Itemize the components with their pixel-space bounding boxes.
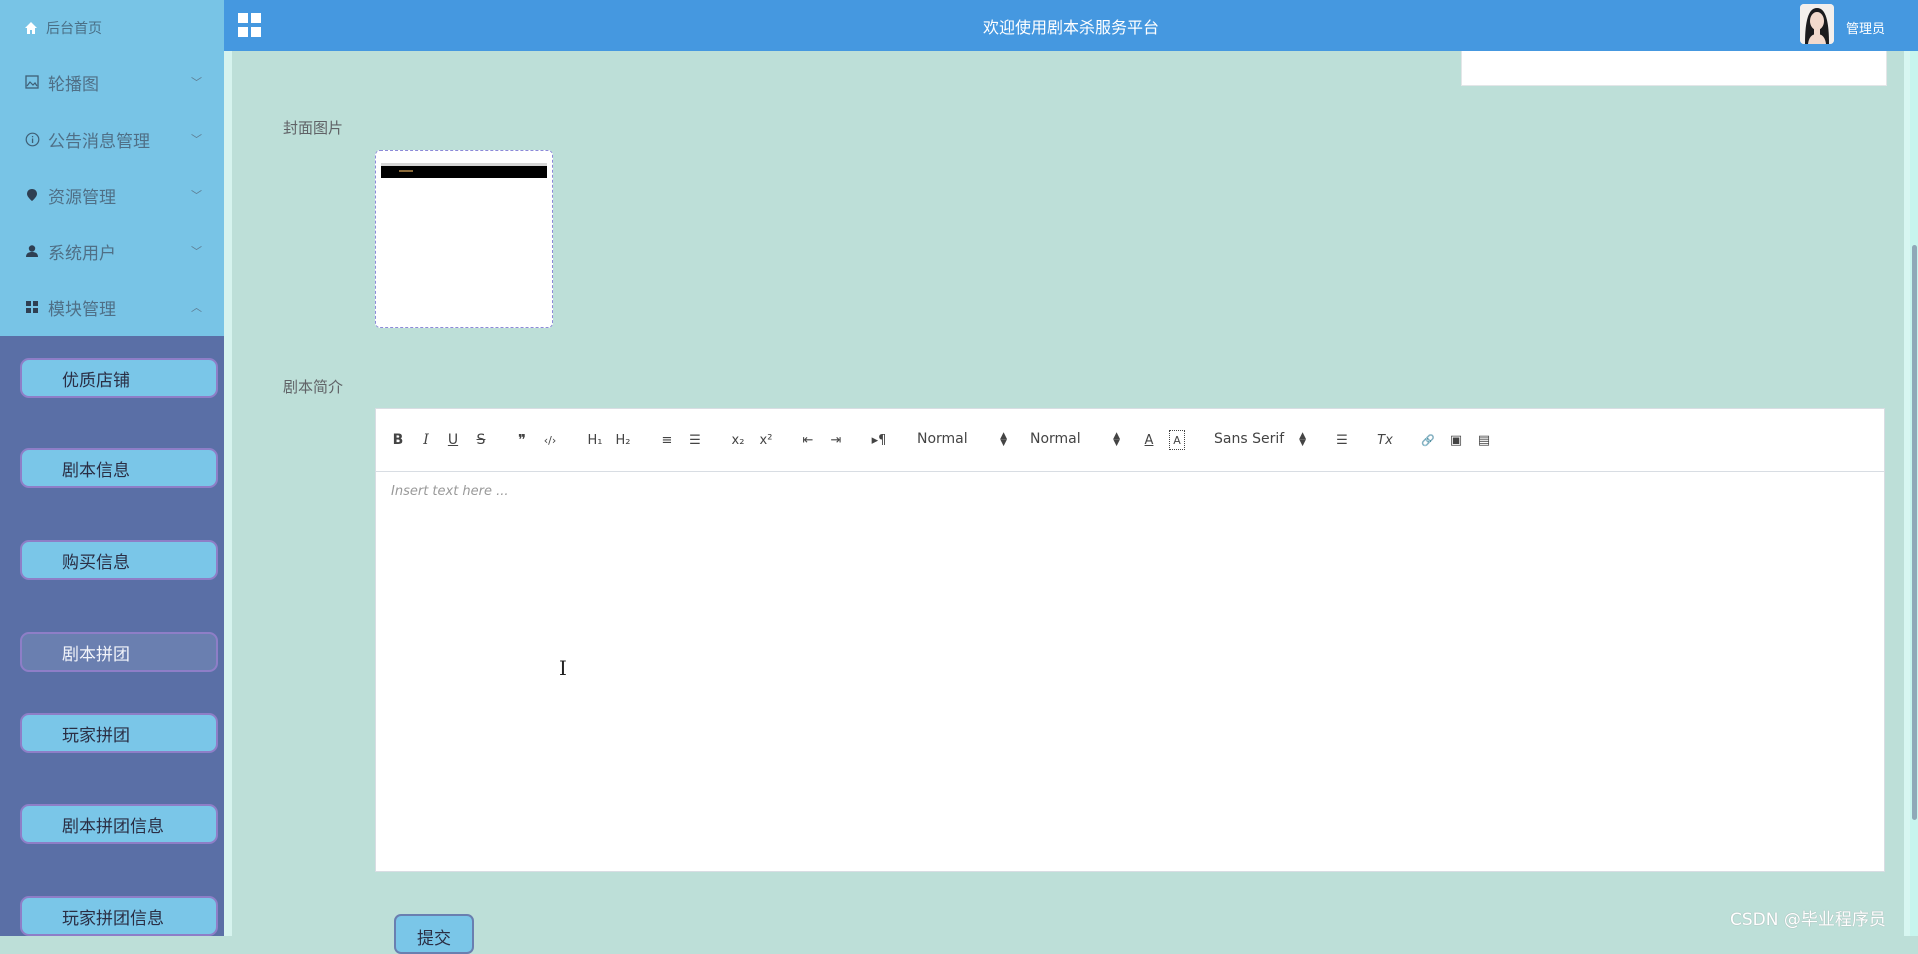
align-button[interactable]: ☰	[1334, 431, 1350, 449]
submenu-script-group[interactable]: 剧本拼团	[20, 632, 218, 672]
sidebar-item-label: 轮播图	[48, 74, 99, 95]
select-arrows-icon: ▲ ▼	[1000, 431, 1007, 448]
indent-button[interactable]: ⇥	[828, 431, 844, 449]
select-arrows-icon: ▲ ▼	[1113, 431, 1120, 448]
clean-format-button[interactable]: Tx	[1377, 431, 1393, 449]
sidebar-item-home[interactable]: 后台首页	[24, 18, 102, 38]
subscript-button[interactable]: x₂	[729, 431, 747, 449]
select-arrows-icon: ▲ ▼	[1299, 431, 1306, 448]
ordered-list-button[interactable]: ≡	[659, 431, 675, 449]
sidebar-menu-area	[0, 0, 224, 336]
sidebar-item-label: 模块管理	[48, 299, 116, 320]
content-left-border	[224, 51, 232, 936]
sidebar-item-resources[interactable]: 资源管理 ﹀	[24, 180, 204, 210]
text-cursor-icon: I	[559, 656, 567, 680]
avatar[interactable]	[1800, 4, 1834, 44]
scrollbar-thumb[interactable]	[1912, 245, 1917, 820]
header-select[interactable]: Normal ▲ ▼	[917, 431, 1007, 449]
info-icon	[24, 131, 40, 147]
cover-image-uploader[interactable]	[375, 150, 553, 328]
superscript-button[interactable]: x²	[757, 431, 775, 449]
page-title: 欢迎使用剧本杀服务平台	[982, 18, 1159, 37]
code-block-button[interactable]: ‹/›	[541, 431, 559, 449]
chevron-down-icon: ﹀	[191, 245, 202, 258]
user-icon	[24, 243, 40, 259]
bold-button[interactable]: B	[391, 431, 405, 449]
sidebar-item-system-users[interactable]: 系统用户 ﹀	[24, 236, 204, 266]
submenu-purchase-info[interactable]: 购买信息	[20, 540, 218, 580]
size-select-value: Normal	[1030, 431, 1081, 447]
underline-button[interactable]: U	[446, 431, 460, 449]
image-button[interactable]: ▣	[1448, 431, 1464, 449]
header-select-value: Normal	[917, 431, 968, 447]
submenu-quality-shops[interactable]: 优质店铺	[20, 358, 218, 398]
editor-placeholder[interactable]: Insert text here ...	[391, 484, 509, 499]
image-icon	[24, 74, 40, 90]
italic-button[interactable]: I	[419, 431, 433, 449]
strike-button[interactable]: S	[474, 431, 488, 449]
text-color-button[interactable]: A	[1142, 431, 1156, 449]
submenu-script-group-info[interactable]: 剧本拼团信息	[20, 804, 218, 844]
submit-button[interactable]: 提交	[394, 914, 474, 954]
location-icon	[24, 187, 40, 203]
chevron-down-icon: ﹀	[191, 133, 202, 146]
sidebar-item-label: 公告消息管理	[48, 131, 150, 152]
sidebar: 后台首页 轮播图 ﹀ 公告消息管理 ﹀ 资源管理 ﹀ 系统用户 ﹀ 模块管理 ︿	[0, 0, 224, 936]
text-direction-button[interactable]: ▸¶	[870, 431, 888, 449]
sidebar-item-announcements[interactable]: 公告消息管理 ﹀	[24, 124, 204, 154]
link-button[interactable]: 🔗	[1420, 431, 1436, 449]
grid-icon	[24, 299, 40, 315]
editor-toolbar: B I U S ❞ ‹/› H₁ H₂ ≡ ☰ x₂ x² ⇤ ⇥ ▸¶ Nor…	[376, 409, 1884, 472]
cover-image-thumbnail	[381, 163, 547, 178]
blockquote-button[interactable]: ❞	[514, 431, 530, 449]
chevron-down-icon: ﹀	[191, 76, 202, 89]
submenu-script-info[interactable]: 剧本信息	[20, 448, 218, 488]
background-color-button[interactable]: A	[1169, 430, 1185, 450]
chevron-down-icon: ﹀	[191, 189, 202, 202]
sidebar-item-modules[interactable]: 模块管理 ︿	[24, 292, 204, 322]
submenu-player-group[interactable]: 玩家拼团	[20, 713, 218, 753]
outdent-button[interactable]: ⇤	[800, 431, 816, 449]
bullet-list-button[interactable]: ☰	[687, 431, 703, 449]
chevron-up-icon: ︿	[191, 301, 202, 314]
submenu-player-group-info[interactable]: 玩家拼团信息	[20, 896, 218, 936]
rich-text-editor: B I U S ❞ ‹/› H₁ H₂ ≡ ☰ x₂ x² ⇤ ⇥ ▸¶ Nor…	[375, 408, 1885, 872]
home-icon	[24, 21, 38, 35]
sidebar-item-label: 后台首页	[46, 21, 102, 37]
top-bar: 欢迎使用剧本杀服务平台 管理员	[224, 0, 1918, 51]
font-select-value: Sans Serif	[1214, 431, 1285, 447]
header-1-button[interactable]: H₁	[585, 431, 605, 449]
header-2-button[interactable]: H₂	[613, 431, 633, 449]
sidebar-item-label: 系统用户	[48, 243, 116, 264]
user-name[interactable]: 管理员	[1846, 18, 1885, 37]
watermark: CSDN @毕业程序员	[1730, 910, 1886, 930]
cover-image-label: 封面图片	[283, 119, 344, 137]
font-select[interactable]: Sans Serif ▲ ▼	[1214, 431, 1306, 449]
previous-field-box[interactable]	[1461, 51, 1887, 86]
size-select[interactable]: Normal ▲ ▼	[1030, 431, 1120, 449]
sidebar-item-label: 资源管理	[48, 187, 116, 208]
sidebar-item-carousel[interactable]: 轮播图 ﹀	[24, 67, 204, 97]
script-intro-label: 剧本简介	[283, 378, 344, 396]
video-button[interactable]: ▤	[1476, 431, 1492, 449]
